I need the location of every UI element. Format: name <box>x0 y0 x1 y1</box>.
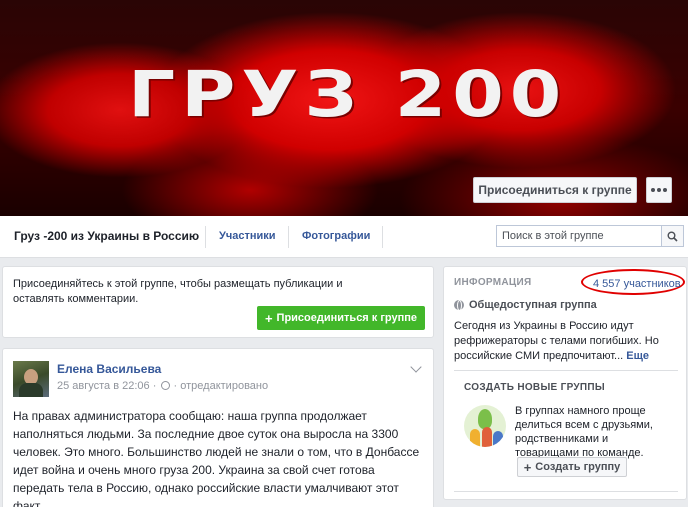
post-edited-label[interactable]: отредактировано <box>180 380 268 392</box>
join-group-cover-button[interactable]: Присоединиться к группе <box>473 177 637 203</box>
search-icon <box>667 231 678 242</box>
info-header: ИНФОРМАЦИЯ <box>454 277 532 288</box>
tab-photos[interactable]: Фотографии <box>302 230 370 242</box>
cover-title: ГРУЗ 200 <box>128 58 568 132</box>
create-group-button[interactable]: + Создать группу <box>517 457 627 477</box>
ellipsis-icon <box>651 188 655 192</box>
plus-icon: + <box>264 310 273 326</box>
post-meta: 25 августа в 22:06 · · отредактировано <box>57 380 268 392</box>
join-prompt-text: Присоединяйтесь к этой группе, чтобы раз… <box>13 278 343 305</box>
groups-illustration-icon <box>464 405 506 447</box>
more-options-button[interactable] <box>646 177 672 203</box>
privacy-label: Общедоступная группа <box>469 299 597 311</box>
join-group-button[interactable]: + Присоединиться к группе <box>257 306 425 330</box>
globe-icon <box>454 300 464 311</box>
create-groups-description: В группах намного проще делиться всем с … <box>515 405 653 459</box>
join-group-label: Присоединиться к группе <box>276 312 418 324</box>
tab-members[interactable]: Участники <box>219 230 276 242</box>
chevron-down-icon[interactable] <box>410 361 422 373</box>
create-group-label: Создать группу <box>535 461 621 473</box>
see-more-link[interactable]: Еще <box>626 350 649 362</box>
group-description: Сегодня из Украины в Россию идут рефриже… <box>454 319 670 364</box>
group-name[interactable]: Груз -200 из Украины в Россию <box>14 229 199 243</box>
avatar[interactable] <box>13 361 49 397</box>
join-prompt-card: Присоединяйтесь к этой группе, чтобы раз… <box>2 266 434 338</box>
search-input[interactable] <box>497 226 661 246</box>
post-card: Елена Васильева 25 августа в 22:06 · · о… <box>2 348 434 507</box>
post-author[interactable]: Елена Васильева <box>57 362 161 376</box>
privacy-globe-icon <box>161 381 171 390</box>
search-button[interactable] <box>661 226 683 246</box>
divider <box>454 491 678 492</box>
plus-icon: + <box>523 459 532 475</box>
cover-photo: ГРУЗ 200 Присоединиться к группе <box>0 0 688 216</box>
members-count-link[interactable]: 4 557 участников <box>593 278 681 290</box>
meta-separator: · <box>173 380 178 392</box>
group-info-card: ИНФОРМАЦИЯ 4 557 участников Общедоступна… <box>443 266 687 500</box>
privacy-row: Общедоступная группа <box>454 299 597 311</box>
meta-separator: · <box>152 380 157 392</box>
post-body: На правах администратора сообщаю: наша г… <box>13 409 420 507</box>
create-groups-header: СОЗДАТЬ НОВЫЕ ГРУППЫ <box>464 382 605 393</box>
group-search <box>496 225 684 247</box>
post-date[interactable]: 25 августа в 22:06 <box>57 380 150 392</box>
divider <box>454 370 678 371</box>
